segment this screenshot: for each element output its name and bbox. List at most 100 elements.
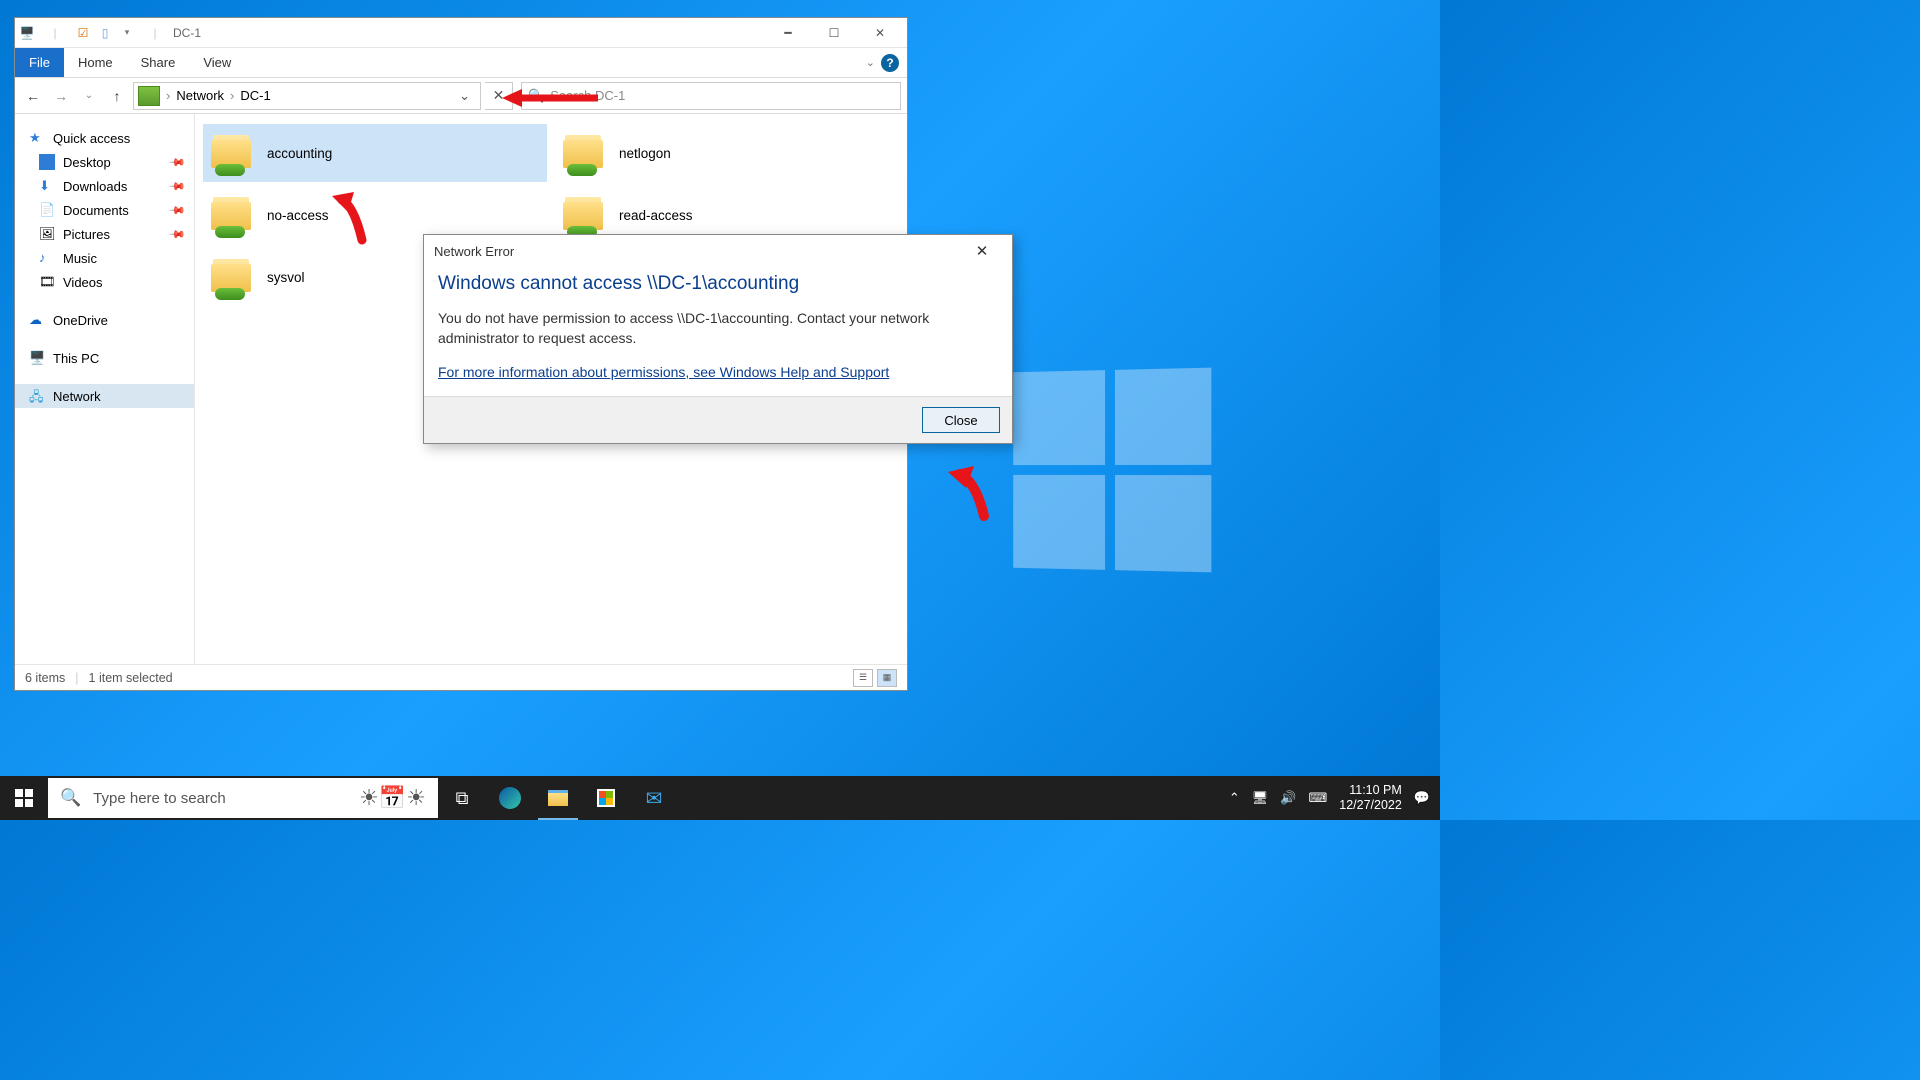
dialog-title: Network Error <box>434 244 514 259</box>
sidebar-label: Network <box>53 389 101 404</box>
dialog-help-link[interactable]: For more information about permissions, … <box>438 364 998 380</box>
search-icon: 🔍 <box>60 788 81 808</box>
taskbar: 🔍 Type here to search ☀📅☀ ⧉ ✉ ⌃ 🖥 🔊 ⌨ 11… <box>0 776 1440 820</box>
tray-volume-icon[interactable]: 🔊 <box>1280 790 1296 806</box>
qat-dropdown-icon[interactable]: ▾ <box>119 25 135 41</box>
pin-icon: 📌 <box>168 153 187 172</box>
tray-time: 11:10 PM <box>1339 783 1402 798</box>
sidebar-item-pictures[interactable]: 🖼Pictures📌 <box>15 222 194 246</box>
details-view-button[interactable]: ☰ <box>853 669 873 687</box>
sidebar-quick-access[interactable]: ★ Quick access <box>15 126 194 150</box>
pin-icon: 📌 <box>168 177 187 196</box>
minimize-button[interactable]: ━ <box>765 19 811 47</box>
checkbox-icon[interactable]: ☑ <box>75 25 91 41</box>
folder-label: sysvol <box>267 270 305 285</box>
status-bar: 6 items | 1 item selected ☰ ▦ <box>15 664 907 690</box>
dialog-message: You do not have permission to access \\D… <box>438 309 998 348</box>
address-bar[interactable]: › Network › DC-1 ⌄ <box>133 82 481 110</box>
music-icon: ♪ <box>39 250 55 266</box>
pc-icon: 🖥️ <box>29 350 45 366</box>
tray-input-icon[interactable]: ⌨ <box>1308 790 1327 806</box>
address-dropdown-icon[interactable]: ⌄ <box>453 88 476 104</box>
tab-file[interactable]: File <box>15 48 64 77</box>
help-icon[interactable]: ? <box>881 54 899 72</box>
taskbar-app-store[interactable] <box>582 776 630 820</box>
network-icon: 🖧 <box>29 388 45 404</box>
sidebar-item-label: Music <box>63 251 97 266</box>
dialog-titlebar[interactable]: Network Error ✕ <box>424 235 1012 267</box>
breadcrumb-current[interactable]: DC-1 <box>236 88 274 103</box>
shared-folder-icon <box>211 132 253 174</box>
taskbar-app-explorer[interactable] <box>534 776 582 820</box>
close-button[interactable]: ✕ <box>857 19 903 47</box>
documents-icon: 📄 <box>39 202 55 218</box>
tray-notifications-icon[interactable]: 💬 <box>1414 790 1430 806</box>
breadcrumb-network[interactable]: Network <box>172 88 228 103</box>
sidebar-item-music[interactable]: ♪ Music <box>15 246 194 270</box>
dialog-close-button[interactable]: ✕ <box>962 237 1002 265</box>
breadcrumb-sep: › <box>228 88 236 103</box>
status-item-count: 6 items <box>25 671 65 685</box>
properties-icon[interactable]: ▯ <box>97 25 113 41</box>
tray-date: 12/27/2022 <box>1339 798 1402 813</box>
navigation-bar: ← → ⌄ ↑ › Network › DC-1 ⌄ ✕ 🔍 Search DC… <box>15 78 907 114</box>
star-icon: ★ <box>29 130 45 146</box>
shared-folder-icon <box>563 194 605 236</box>
tab-view[interactable]: View <box>189 48 245 77</box>
tab-share[interactable]: Share <box>127 48 190 77</box>
taskbar-app-edge[interactable] <box>486 776 534 820</box>
dialog-close-ok-button[interactable]: Close <box>922 407 1000 433</box>
folder-label: no-access <box>267 208 329 223</box>
sidebar-label: This PC <box>53 351 99 366</box>
forward-button[interactable]: → <box>49 84 73 108</box>
pin-icon: 📌 <box>168 225 187 244</box>
folder-label: netlogon <box>619 146 671 161</box>
tray-overflow-icon[interactable]: ⌃ <box>1229 790 1240 806</box>
sidebar-item-label: Pictures <box>63 227 110 242</box>
shared-folder-icon <box>211 194 253 236</box>
network-error-dialog: Network Error ✕ Windows cannot access \\… <box>423 234 1013 444</box>
recent-dropdown[interactable]: ⌄ <box>77 84 101 108</box>
tray-network-icon[interactable]: 🖥 <box>1252 790 1269 806</box>
videos-icon: 🎞 <box>39 274 55 290</box>
start-button[interactable] <box>0 776 48 820</box>
sidebar-network[interactable]: 🖧 Network <box>15 384 194 408</box>
maximize-button[interactable]: ☐ <box>811 19 857 47</box>
folder-netlogon[interactable]: netlogon <box>555 124 899 182</box>
icons-view-button[interactable]: ▦ <box>877 669 897 687</box>
sidebar-item-videos[interactable]: 🎞 Videos <box>15 270 194 294</box>
tab-home[interactable]: Home <box>64 48 127 77</box>
sidebar-this-pc[interactable]: 🖥️ This PC <box>15 346 194 370</box>
shared-folder-icon <box>211 256 253 298</box>
sidebar-onedrive[interactable]: ☁OneDrive <box>15 308 194 332</box>
network-pc-icon <box>138 86 160 106</box>
sidebar-item-downloads[interactable]: ⬇ Downloads 📌 <box>15 174 194 198</box>
search-icon: 🔍 <box>528 88 544 104</box>
task-view-button[interactable]: ⧉ <box>438 776 486 820</box>
shared-folder-icon <box>563 132 605 174</box>
separator: | <box>47 25 63 41</box>
search-placeholder: Type here to search <box>93 790 226 807</box>
titlebar[interactable]: 🖥️ | ☑ ▯ ▾ | DC-1 ━ ☐ ✕ <box>15 18 907 48</box>
sidebar-item-documents[interactable]: 📄Documents📌 <box>15 198 194 222</box>
weather-widget-icon[interactable]: ☀📅☀ <box>359 785 426 811</box>
expand-ribbon-icon[interactable]: ⌄ <box>866 56 875 69</box>
taskbar-search[interactable]: 🔍 Type here to search ☀📅☀ <box>48 778 438 818</box>
downloads-icon: ⬇ <box>39 178 55 194</box>
stop-refresh-button[interactable]: ✕ <box>485 82 513 110</box>
back-button[interactable]: ← <box>21 84 45 108</box>
sidebar-item-label: Videos <box>63 275 103 290</box>
taskbar-app-mail[interactable]: ✉ <box>630 776 678 820</box>
folder-accounting[interactable]: accounting <box>203 124 547 182</box>
window-title: DC-1 <box>173 26 201 40</box>
sidebar-item-desktop[interactable]: Desktop 📌 <box>15 150 194 174</box>
navigation-pane: ★ Quick access Desktop 📌 ⬇ Downloads 📌 📄Doc… <box>15 114 195 664</box>
annotation-arrow <box>948 466 1004 526</box>
system-tray: ⌃ 🖥 🔊 ⌨ 11:10 PM 12/27/2022 💬 <box>1219 783 1440 813</box>
search-input[interactable]: 🔍 Search DC-1 <box>521 82 901 110</box>
tray-clock[interactable]: 11:10 PM 12/27/2022 <box>1339 783 1402 813</box>
up-button[interactable]: ↑ <box>105 84 129 108</box>
sidebar-item-label: Desktop <box>63 155 111 170</box>
sidebar-item-label: Downloads <box>63 179 127 194</box>
desktop-windows-logo <box>1013 368 1211 573</box>
